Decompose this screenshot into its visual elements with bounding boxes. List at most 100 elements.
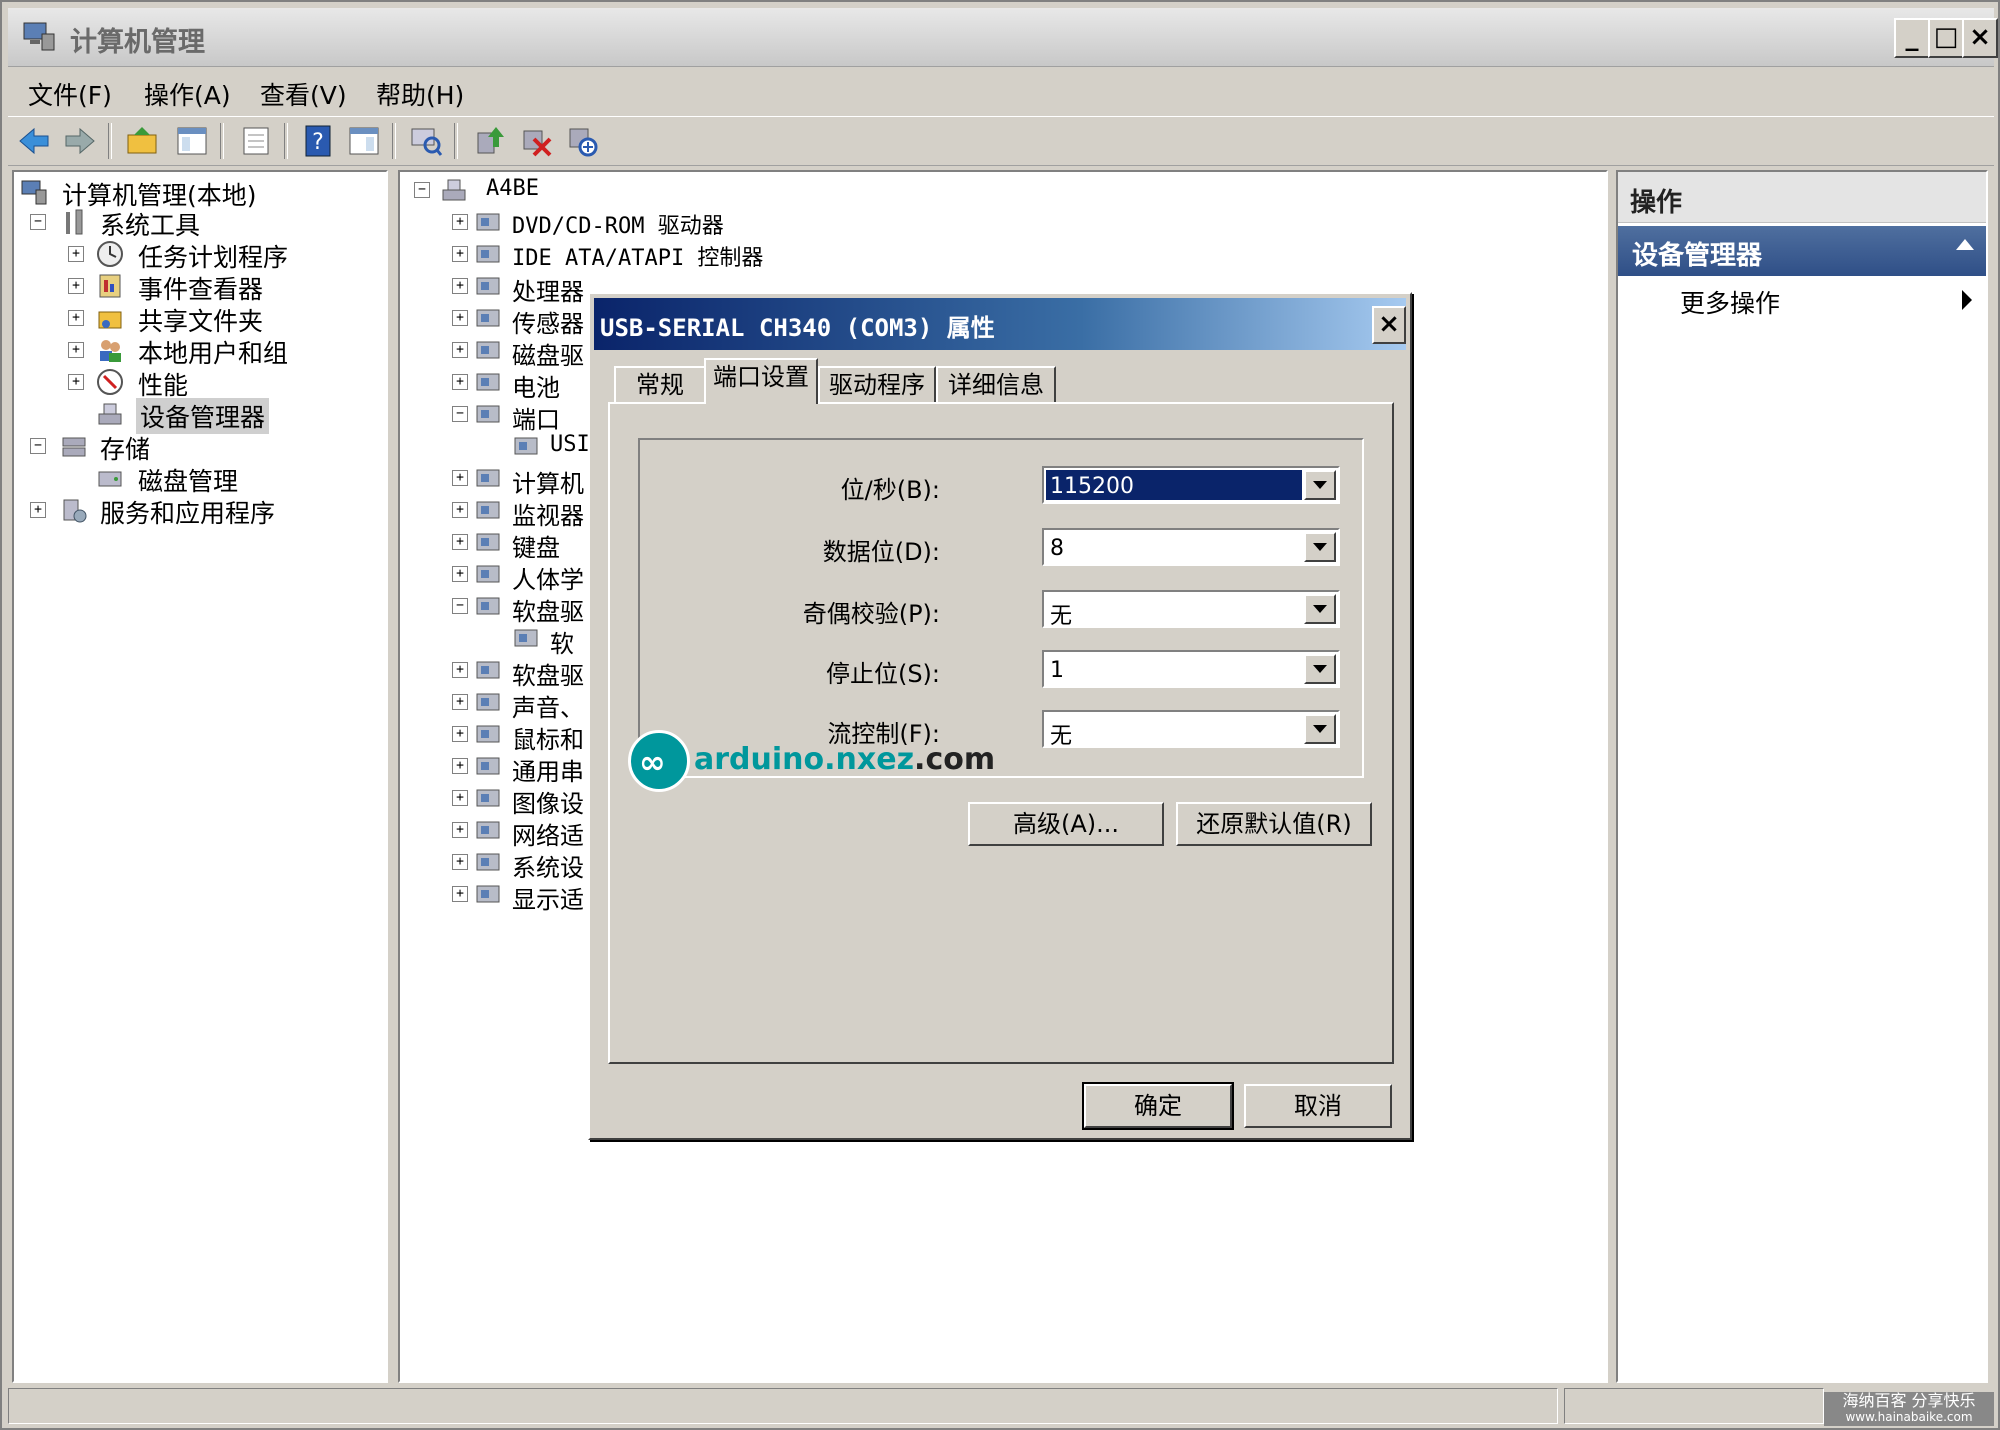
collapse-toggle[interactable]: − [452, 406, 468, 422]
tree-item-shared-folders[interactable]: 共享文件夹 [138, 302, 263, 338]
expand-toggle[interactable]: + [68, 310, 84, 326]
dropdown-button[interactable] [1304, 594, 1336, 624]
flow-control-select[interactable]: 无 [1042, 710, 1340, 749]
device-category[interactable]: 电池 [512, 368, 560, 403]
tree-item-disk-management[interactable]: 磁盘管理 [138, 462, 238, 498]
tab-driver[interactable]: 驱动程序 [818, 366, 936, 402]
device-category[interactable]: 软盘驱 [512, 656, 584, 691]
menu-help[interactable]: 帮助(H) [376, 76, 464, 112]
expand-toggle[interactable]: + [68, 342, 84, 358]
device-category[interactable]: 处理器 [512, 272, 584, 307]
collapse-toggle[interactable]: − [414, 182, 430, 198]
expand-toggle[interactable]: + [452, 758, 468, 774]
data-bits-select[interactable]: 8 [1042, 528, 1340, 566]
tree-item-event-viewer[interactable]: 事件查看器 [138, 270, 263, 306]
tab-details[interactable]: 详细信息 [936, 366, 1056, 402]
device-category[interactable]: 通用串 [512, 752, 584, 787]
scan-hardware-icon[interactable] [408, 123, 444, 159]
expand-toggle[interactable]: + [452, 342, 468, 358]
device-category[interactable]: 计算机 [512, 464, 584, 499]
expand-toggle[interactable]: + [452, 246, 468, 262]
expand-toggle[interactable]: + [452, 726, 468, 742]
collapse-toggle[interactable]: − [452, 598, 468, 614]
show-hide-tree-icon[interactable] [174, 123, 210, 159]
update-driver-icon[interactable] [472, 123, 508, 159]
expand-toggle[interactable]: + [68, 278, 84, 294]
tab-port-settings[interactable]: 端口设置 [704, 358, 818, 404]
device-item[interactable]: USI [550, 432, 590, 457]
minimize-button[interactable]: _ [1894, 18, 1930, 58]
maximize-button[interactable]: □ [1928, 18, 1964, 58]
device-item[interactable]: 软 [550, 624, 574, 659]
device-category[interactable]: 键盘 [512, 528, 560, 563]
device-category[interactable]: 人体学 [512, 560, 584, 595]
expand-toggle[interactable]: + [452, 278, 468, 294]
collapse-caret-icon[interactable] [1956, 239, 1974, 250]
expand-toggle[interactable]: + [452, 214, 468, 230]
tree-item-performance[interactable]: 性能 [138, 366, 188, 402]
back-icon[interactable] [16, 123, 52, 159]
expand-toggle[interactable]: + [68, 374, 84, 390]
expand-toggle[interactable]: + [452, 502, 468, 518]
expand-toggle[interactable]: + [452, 790, 468, 806]
close-button[interactable]: × [1962, 18, 1998, 58]
disable-device-icon[interactable] [564, 123, 600, 159]
device-category[interactable]: 显示适 [512, 880, 584, 915]
properties-icon[interactable] [238, 123, 274, 159]
device-category[interactable]: DVD/CD-ROM 驱动器 [512, 208, 724, 240]
tree-item-storage[interactable]: 存储 [100, 430, 150, 466]
menu-action[interactable]: 操作(A) [144, 76, 231, 112]
expand-toggle[interactable]: + [452, 374, 468, 390]
baud-rate-select[interactable]: 115200 [1042, 466, 1340, 504]
submenu-arrow-icon[interactable] [1962, 290, 1972, 310]
expand-toggle[interactable]: + [452, 694, 468, 710]
ok-button[interactable]: 确定 [1082, 1082, 1234, 1130]
device-category[interactable]: IDE ATA/ATAPI 控制器 [512, 240, 763, 272]
dropdown-button[interactable] [1304, 532, 1336, 562]
expand-toggle[interactable]: + [452, 822, 468, 838]
tree-item-system-tools[interactable]: 系统工具 [100, 206, 200, 242]
tree-item-device-manager[interactable]: 设备管理器 [136, 398, 270, 434]
tab-general[interactable]: 常规 [614, 366, 706, 402]
tree-item-local-users-groups[interactable]: 本地用户和组 [138, 334, 288, 370]
dropdown-button[interactable] [1304, 714, 1336, 744]
expand-toggle[interactable]: + [30, 502, 46, 518]
cancel-button[interactable]: 取消 [1244, 1084, 1392, 1128]
more-actions-link[interactable]: 更多操作 [1680, 284, 1780, 320]
expand-toggle[interactable]: + [452, 566, 468, 582]
tree-item-task-scheduler[interactable]: 任务计划程序 [138, 238, 288, 274]
parity-select[interactable]: 无 [1042, 590, 1340, 629]
actions-section-device-manager[interactable]: 设备管理器 [1618, 226, 1986, 276]
expand-toggle[interactable]: + [452, 470, 468, 486]
dropdown-button[interactable] [1304, 470, 1336, 500]
device-category[interactable]: 软盘驱 [512, 592, 584, 627]
expand-toggle[interactable]: + [68, 246, 84, 262]
up-folder-icon[interactable] [124, 123, 160, 159]
collapse-toggle[interactable]: − [30, 214, 46, 230]
restore-defaults-button[interactable]: 还原默认值(R) [1176, 802, 1372, 846]
menu-file[interactable]: 文件(F) [28, 76, 112, 112]
dialog-close-button[interactable]: × [1372, 306, 1406, 344]
menu-view[interactable]: 查看(V) [260, 76, 347, 112]
dialog-title-bar[interactable]: USB-SERIAL CH340 (COM3) 属性 × [594, 298, 1406, 350]
device-category[interactable]: 监视器 [512, 496, 584, 531]
device-category[interactable]: 系统设 [512, 848, 584, 883]
device-category[interactable]: 图像设 [512, 784, 584, 819]
title-bar[interactable]: 计算机管理 _ □ × [8, 8, 1998, 67]
collapse-toggle[interactable]: − [30, 438, 46, 454]
stop-bits-select[interactable]: 1 [1042, 650, 1340, 688]
expand-toggle[interactable]: + [452, 854, 468, 870]
device-computer-name[interactable]: A4BE [486, 176, 539, 201]
device-category[interactable]: 端口 [512, 400, 560, 435]
tree-item-services-applications[interactable]: 服务和应用程序 [100, 494, 275, 530]
device-category[interactable]: 磁盘驱 [512, 336, 584, 371]
expand-toggle[interactable]: + [452, 310, 468, 326]
uninstall-icon[interactable] [518, 123, 554, 159]
advanced-button[interactable]: 高级(A)... [968, 802, 1164, 846]
help-icon[interactable]: ? [300, 123, 336, 159]
device-category[interactable]: 鼠标和 [512, 720, 584, 755]
expand-toggle[interactable]: + [452, 662, 468, 678]
device-category[interactable]: 声音、 [512, 688, 584, 723]
dropdown-button[interactable] [1304, 654, 1336, 684]
device-category[interactable]: 传感器 [512, 304, 584, 339]
